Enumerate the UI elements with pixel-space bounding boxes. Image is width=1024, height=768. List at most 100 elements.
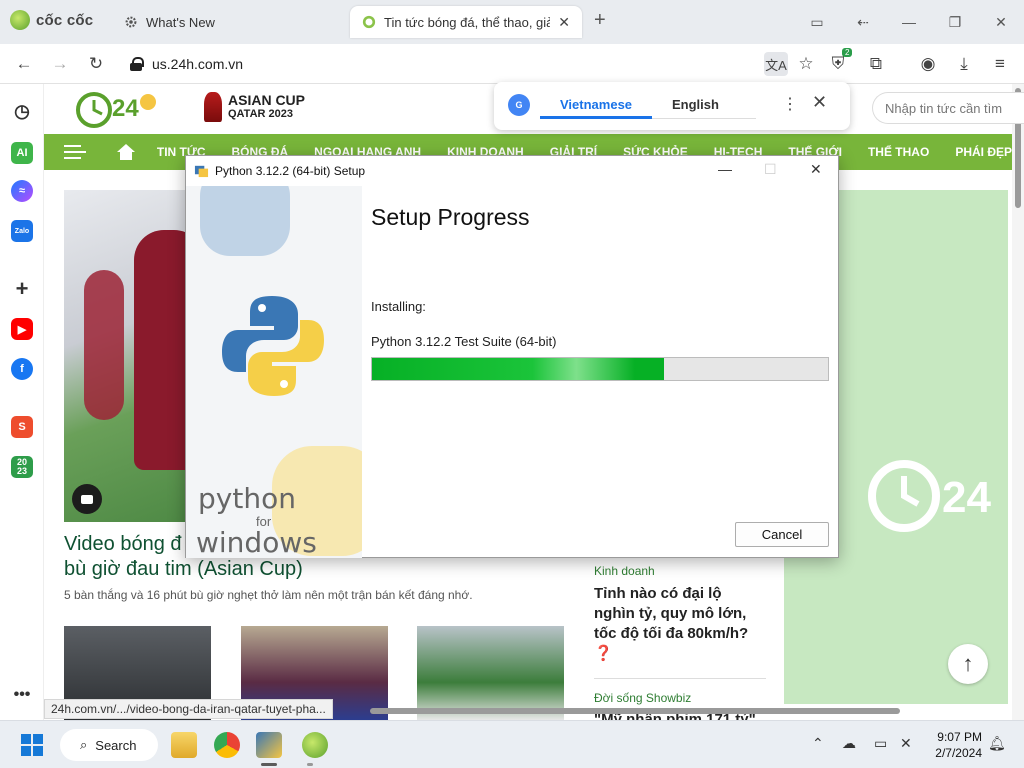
coccoc-brand[interactable]: cốc cốc [10,10,93,30]
notification-bell-icon[interactable]: 🔔︎ [988,735,1006,752]
active-tab-indicator [540,116,652,119]
chrome-icon[interactable] [214,732,240,758]
taskbar-search-button[interactable]: ⌕ Search [60,729,158,761]
article-summary: 5 bàn thắng và 16 phút bù giờ nghẹt thở … [64,588,473,602]
side-news-column: Kinh doanh Tỉnh nào có đại lộ nghìn tỷ, … [594,564,766,720]
coccoc-taskbar-icon[interactable] [302,732,328,758]
24h-logo[interactable]: 24 [64,88,164,134]
volume-muted-icon[interactable]: ✕ [900,735,912,752]
setup-titlebar[interactable]: Python 3.12.2 (64-bit) Setup — ☐ ✕ [186,156,838,186]
installer-icon [194,165,209,178]
url-text: us.24h.com.vn [152,56,244,72]
setup-side-banner: python for windows [186,186,362,558]
installing-label: Installing: [371,299,426,314]
windows-wordmark: windows [196,526,317,558]
history-icon[interactable]: ◷ [11,100,33,122]
search-icon: ⌕ [80,737,88,752]
lock-icon [130,57,144,71]
search-label: Search [95,737,137,753]
facebook-icon[interactable]: f [11,358,33,380]
python-installer-taskbar-icon[interactable] [256,732,282,758]
zalo-icon[interactable]: Zalo [11,220,33,242]
windows-taskbar: ⌕ Search ⌃ ☁ ▭ ✕ 9:07 PM 2/7/2024 🔔︎ [0,720,1024,768]
calendar-icon[interactable]: 20 23 [11,456,33,478]
tab-whats-new[interactable]: What's New [112,6,340,38]
translate-popup: G Vietnamese English ⋮ ✕ [494,82,850,130]
progress-fill [372,358,664,380]
close-window-icon[interactable]: ✕ [978,0,1024,44]
page-horizontal-scrollbar[interactable] [370,708,900,714]
window-controls: ▭ ⇠ — ❐ ✕ [794,0,1024,44]
star-bookmark-icon[interactable]: ☆ [794,52,818,76]
minimize-icon[interactable]: — [886,0,932,44]
source-language-tab[interactable]: Vietnamese [560,97,632,112]
svg-text:24: 24 [112,95,139,122]
coccoc-logo-icon [10,10,30,30]
extension-badge: 2 [842,48,853,57]
network-icon[interactable]: ▭ [874,735,887,752]
nav-menu-icon[interactable] [64,145,86,159]
ai-icon[interactable]: AI [11,142,33,164]
google-translate-icon: G [508,94,530,116]
nav-item[interactable]: THỂ THAO [868,145,929,159]
cloud-offline-icon[interactable]: ☁ [842,735,856,752]
tab-24h-news[interactable]: Tin tức bóng đá, thể thao, giả ✕ [350,6,582,38]
asian-cup-trophy-icon [204,92,222,122]
menu-hamburger-icon[interactable]: ≡ [988,52,1012,76]
nav-item[interactable]: PHÁI ĐẸP [955,145,1012,159]
address-bar[interactable]: us.24h.com.vn [122,50,742,78]
video-camera-icon[interactable] [72,484,102,514]
clock-date: 2/7/2024 [935,746,982,760]
target-language-tab[interactable]: English [672,97,719,112]
close-tab-icon[interactable]: ✕ [558,14,570,31]
install-progress-bar [371,357,829,381]
running-app-indicator [307,763,313,766]
profile-icon[interactable]: ◉ [916,52,940,76]
windows-start-icon[interactable] [21,734,43,756]
maximize-icon[interactable]: ❐ [932,0,978,44]
shopee-icon[interactable]: S [11,416,33,438]
divider [652,118,756,119]
more-options-icon[interactable]: ⋮ [782,94,798,114]
youtube-icon[interactable]: ▶ [11,318,33,340]
current-install-item: Python 3.12.2 Test Suite (64-bit) [371,334,557,349]
news-category[interactable]: Kinh doanh [594,564,766,578]
chevron-up-icon[interactable]: ⌃ [812,735,824,752]
system-clock[interactable]: 9:07 PM 2/7/2024 [928,729,982,761]
tab-title: Tin tức bóng đá, thể thao, giả [384,14,551,30]
add-icon[interactable]: + [11,276,33,301]
setup-title: Python 3.12.2 (64-bit) Setup [215,164,366,178]
cancel-button[interactable]: Cancel [735,522,829,547]
asian-cup-banner[interactable]: ASIAN CUP QATAR 2023 [204,92,305,122]
question-icon: ❓ [594,645,613,662]
new-tab-icon[interactable]: + [594,9,606,32]
gear-icon [125,16,137,28]
python-logo-icon [222,296,324,396]
file-explorer-icon[interactable] [171,732,197,758]
download-icon[interactable]: ⤓ [952,52,976,76]
cast-icon[interactable]: ▭ [794,0,840,44]
scroll-to-top-arrow-icon[interactable]: ↑ [948,644,988,684]
setup-heading: Setup Progress [371,204,530,230]
back-history-icon[interactable]: ⇠ [840,0,886,44]
translate-icon[interactable]: 文A [764,52,788,76]
close-icon[interactable]: ✕ [812,92,827,113]
more-icon[interactable]: ••• [11,684,33,706]
home-icon[interactable] [116,144,135,160]
site-search-input[interactable]: Nhập tin tức cần tìm [872,92,1024,124]
forward-arrow-icon[interactable]: → [48,52,72,76]
browser-tab-strip: cốc cốc What's New Tin tức bóng đá, thể … [0,0,1024,44]
reload-icon[interactable]: ↻ [84,52,108,76]
maximize-icon: ☐ [764,161,777,177]
page-vertical-scrollbar[interactable] [1012,84,1024,720]
news-category[interactable]: Đời sống Showbiz [594,691,766,705]
tab-title: What's New [146,14,215,30]
news-title[interactable]: Tỉnh nào có đại lộ nghìn tỷ, quy mô lớn,… [594,584,766,664]
messenger-icon[interactable]: ≈ [11,180,33,202]
news-thumbnail[interactable] [417,626,564,720]
close-icon[interactable]: ✕ [810,161,822,178]
puzzle-extensions-icon[interactable]: ⧉ [864,52,888,76]
minimize-icon[interactable]: — [718,161,732,177]
back-arrow-icon[interactable]: ← [12,52,36,76]
clock-time: 9:07 PM [937,730,982,744]
